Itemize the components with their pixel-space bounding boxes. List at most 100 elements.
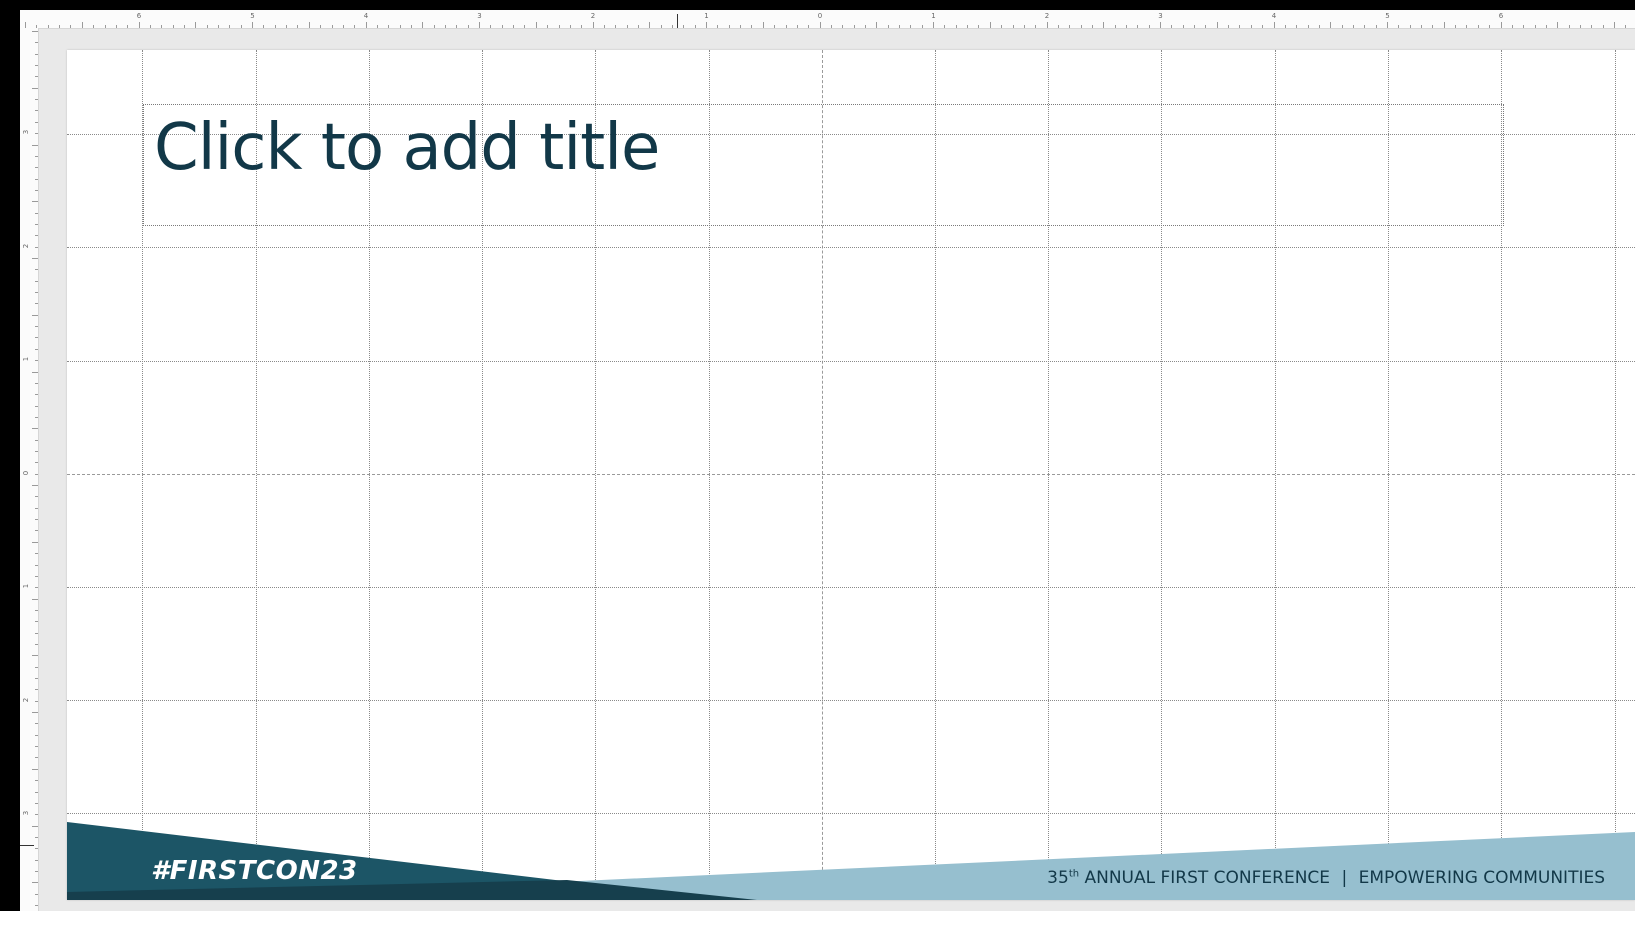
ruler-h-tick (1160, 22, 1161, 28)
ruler-h-tick (1421, 25, 1422, 28)
ruler-v-tick (35, 167, 38, 169)
ruler-h-tick (762, 22, 764, 28)
ruler-h-tick (649, 22, 651, 28)
ruler-h-tick (967, 25, 969, 28)
ruler-v-tick (35, 689, 38, 691)
ruler-h-tick (944, 25, 946, 28)
ruler-v-tick (35, 292, 38, 293)
conference-tagline: EMPOWERING COMMUNITIES (1358, 868, 1605, 888)
ruler-v-tick (35, 121, 38, 123)
conference-name: ANNUAL FIRST CONFERENCE (1084, 868, 1331, 888)
ruler-h-label: 5 (250, 12, 255, 20)
ruler-v-tick (35, 836, 38, 838)
ruler-v-tick (35, 303, 38, 305)
ruler-h-tick (864, 25, 866, 28)
ruler-v-tick (32, 712, 38, 713)
ruler-v-tick (32, 541, 38, 543)
ruler-h-tick (1500, 22, 1502, 28)
ruler-h-tick (592, 22, 594, 28)
ruler-v-tick (35, 280, 38, 282)
title-placeholder[interactable]: Click to add title (143, 104, 1504, 226)
hashtag-logo: #FIRSTCON23 (151, 856, 358, 886)
ruler-h-tick (149, 25, 151, 28)
ruler-h-tick (490, 25, 492, 28)
ruler-h-tick (1069, 25, 1071, 28)
ruler-v-tick (35, 791, 38, 793)
ruler-h-tick (581, 25, 583, 28)
ruler-v-tick (35, 496, 38, 498)
ruler-v-tick (32, 598, 38, 600)
ruler-h-tick (694, 25, 696, 28)
ruler-v-tick (32, 201, 38, 203)
ruler-h-tick (774, 25, 776, 28)
ruler-v-tick (35, 609, 38, 611)
ruler-h-tick (433, 25, 435, 28)
ruler-h-tick (1545, 25, 1547, 28)
ruler-h-tick (1523, 25, 1525, 28)
ruler-h-tick (1057, 25, 1059, 28)
ruler-h-tick (1216, 22, 1218, 28)
ruler-h-tick (206, 25, 208, 28)
ruler-h-label: 2 (1044, 12, 1050, 20)
ruler-v-tick (35, 723, 38, 725)
ruler-v-tick (35, 53, 38, 55)
ruler-v-tick (35, 575, 38, 577)
ruler-h-tick (1466, 25, 1468, 28)
ruler-v-tick (35, 553, 38, 555)
ruler-h-tick (365, 22, 367, 28)
ruler-h-tick (1046, 22, 1048, 28)
slide-canvas[interactable]: Click to add title #FIRSTCON23 35th ANNU… (67, 50, 1635, 900)
ruler-h-tick (479, 22, 480, 28)
ruler-v-tick (35, 678, 38, 679)
ruler-v-tick (35, 734, 38, 736)
ruler-h-tick (1114, 25, 1116, 28)
ruler-h-tick (1557, 22, 1559, 28)
horizontal-ruler[interactable]: 6 5 4 3 2 1 0 1 2 3 4 5 6 (20, 10, 1635, 29)
conference-edition-suffix: th (1068, 868, 1080, 880)
ruler-h-tick (796, 25, 798, 28)
ruler-h-tick (1228, 25, 1230, 28)
ruler-v-tick (35, 848, 38, 850)
ruler-h-tick (626, 25, 628, 28)
ruler-v-tick (32, 314, 38, 316)
ruler-v-tick (35, 360, 38, 362)
ruler-h-tick (569, 25, 571, 28)
ruler-v-tick (32, 144, 38, 146)
ruler-v-tick (32, 258, 38, 259)
ruler-h-tick (808, 25, 810, 28)
ruler-h-tick (1250, 25, 1252, 28)
window-bottom-margin (0, 911, 1635, 948)
ruler-v-label: 2 (22, 243, 31, 248)
ruler-h-tick (1012, 25, 1014, 28)
ruler-h-label: 6 (1498, 12, 1504, 20)
ruler-h-tick (1387, 22, 1388, 28)
ruler-v-tick (35, 212, 38, 214)
grid-line-horizontal (67, 361, 1635, 362)
title-placeholder-text: Click to add title (154, 111, 660, 185)
ruler-h-tick (1614, 22, 1615, 28)
ruler-h-tick (1364, 25, 1366, 28)
ruler-v-tick (35, 473, 38, 475)
ruler-h-tick (1080, 25, 1082, 28)
ruler-v-tick (35, 870, 38, 872)
vertical-ruler[interactable]: 3 2 1 0 1 2 3 (20, 28, 39, 911)
ruler-v-marker[interactable] (20, 845, 34, 846)
ruler-v-label: 3 (22, 810, 31, 816)
ruler-h-tick (1137, 25, 1139, 28)
ruler-h-tick (1330, 22, 1332, 28)
ruler-v-tick (35, 439, 38, 441)
ruler-h-tick (422, 22, 424, 28)
ruler-v-tick (32, 428, 38, 430)
ruler-h-indent-marker[interactable] (677, 14, 678, 28)
ruler-h-tick (1568, 25, 1570, 28)
ruler-h-tick (1398, 25, 1400, 28)
ruler-v-tick (35, 337, 38, 339)
horizontal-center-guide[interactable] (67, 474, 1635, 475)
ruler-h-tick (81, 22, 83, 28)
ruler-v-tick (35, 700, 38, 702)
ruler-h-tick (1477, 25, 1479, 28)
ruler-v-tick (35, 382, 38, 384)
ruler-h-tick (47, 25, 49, 28)
ruler-h-tick (183, 25, 185, 28)
ruler-h-tick (1273, 22, 1275, 28)
